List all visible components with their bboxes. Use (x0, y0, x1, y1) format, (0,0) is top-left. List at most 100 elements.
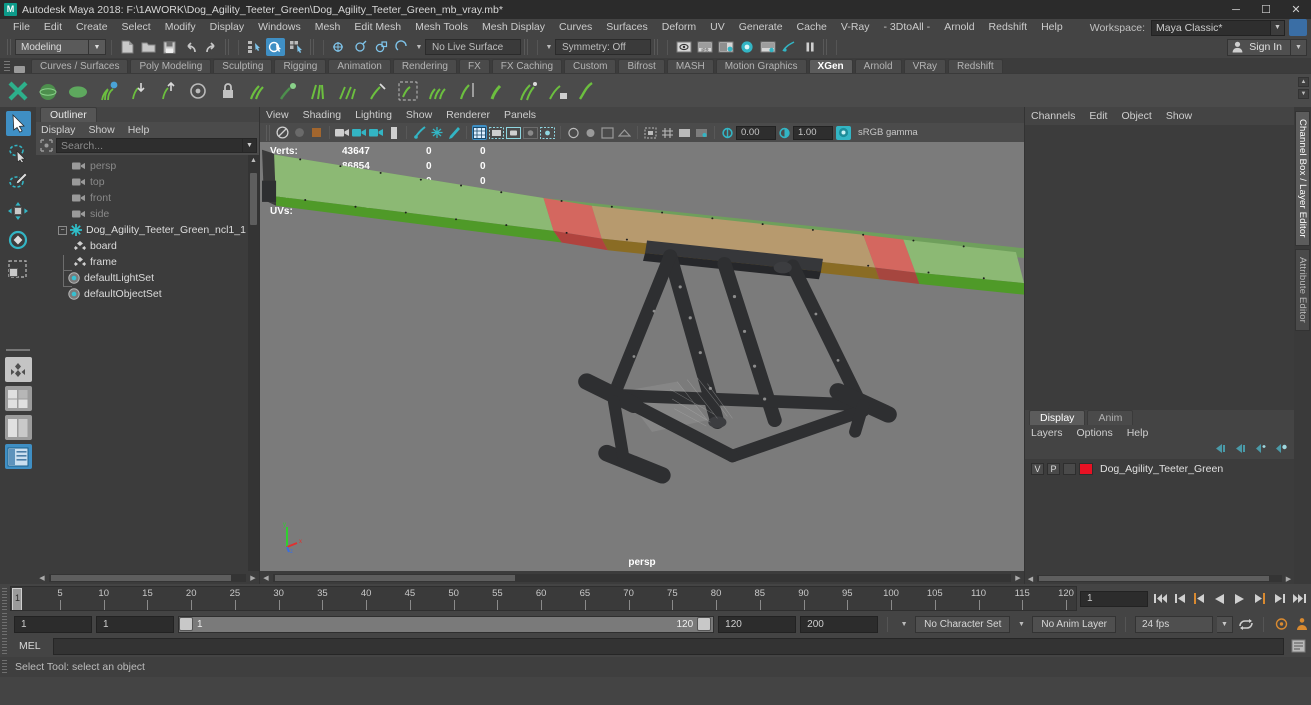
xgen-description-icon[interactable] (3, 76, 32, 106)
menu-mesh-display[interactable]: Mesh Display (475, 19, 552, 36)
play-forwards-button[interactable] (1231, 590, 1248, 607)
xgen-sculpt-icon[interactable] (273, 76, 302, 106)
shelf-tab-mash[interactable]: MASH (666, 59, 714, 73)
layer-horizontal-scrollbar[interactable]: ◀ ▶ (1025, 573, 1294, 584)
snap-to-curve-icon[interactable] (351, 38, 370, 56)
go-to-end-button[interactable] (1291, 590, 1308, 607)
shelf-tab-curves-surfaces[interactable]: Curves / Surfaces (31, 59, 129, 73)
xgen-cut-icon[interactable] (363, 76, 392, 106)
scroll-right-icon[interactable]: ▶ (1283, 575, 1294, 583)
chevron-down-icon[interactable]: ▼ (1217, 615, 1233, 633)
outliner-menu-show[interactable]: Show (88, 124, 114, 136)
hypershade-icon[interactable] (758, 38, 777, 56)
shelf-tab-xgen[interactable]: XGen (808, 59, 853, 73)
shelf-tab-custom[interactable]: Custom (564, 59, 617, 73)
xgen-grass-green-icon[interactable] (93, 76, 122, 106)
xgen-spline-icon[interactable] (573, 76, 602, 106)
multisample-aa-icon[interactable] (600, 125, 615, 140)
workspace-value[interactable]: Maya Classic* (1151, 19, 1271, 36)
xgen-noise-icon[interactable] (333, 76, 362, 106)
color-management-icon[interactable] (836, 125, 851, 140)
outliner-node-board[interactable]: board (36, 238, 259, 254)
bookmark-icon[interactable] (309, 125, 324, 140)
xgen-clump-icon[interactable] (303, 76, 332, 106)
menu-select[interactable]: Select (115, 19, 158, 36)
go-to-start-button[interactable] (1151, 590, 1168, 607)
scroll-left-icon[interactable]: ◀ (36, 574, 48, 582)
move-tool[interactable] (6, 198, 31, 223)
menu-generate[interactable]: Generate (732, 19, 790, 36)
xgen-guides-icon[interactable] (513, 76, 542, 106)
shelf-tab-redshift[interactable]: Redshift (948, 59, 1003, 73)
menu-3dtoall[interactable]: - 3DtoAll - (877, 19, 938, 36)
rotate-tool[interactable] (6, 227, 31, 252)
range-end-handle[interactable] (697, 617, 712, 631)
film-gate-icon[interactable] (386, 125, 401, 140)
snap-to-grid-icon[interactable] (330, 38, 349, 56)
symmetry-field[interactable]: Symmetry: Off (555, 39, 651, 55)
outliner-horizontal-scrollbar[interactable]: ◀ ▶ (36, 571, 259, 584)
next-key-button[interactable] (1251, 590, 1268, 607)
outliner-node-default-light-set[interactable]: defaultLightSet (36, 270, 259, 286)
xgen-density-icon[interactable] (423, 76, 452, 106)
menu-deform[interactable]: Deform (655, 19, 703, 36)
menu-curves[interactable]: Curves (552, 19, 599, 36)
new-layer-from-selection-icon[interactable] (1275, 443, 1288, 457)
menu-cache[interactable]: Cache (790, 19, 834, 36)
minimize-button[interactable]: ─ (1221, 0, 1251, 19)
layer-row[interactable]: V P Dog_Agility_Teeter_Green (1025, 461, 1294, 476)
outliner-menu-display[interactable]: Display (41, 124, 75, 136)
chevron-down-icon[interactable]: ▼ (243, 138, 257, 153)
scrollbar-thumb[interactable] (250, 173, 257, 225)
shelf-tab-rendering[interactable]: Rendering (392, 59, 457, 73)
menu-mesh[interactable]: Mesh (308, 19, 348, 36)
xgen-bake-icon[interactable] (543, 76, 572, 106)
wireframe-shading-icon[interactable] (472, 125, 487, 140)
outliner-menu-help[interactable]: Help (128, 124, 150, 136)
anim-layer-field[interactable]: No Anim Layer (1032, 615, 1116, 633)
chevron-down-icon[interactable]: ▼ (543, 39, 555, 55)
gamma-field[interactable]: 1.00 (793, 125, 833, 140)
shelf-tab-rigging[interactable]: Rigging (274, 59, 327, 73)
menu-edit-mesh[interactable]: Edit Mesh (347, 19, 408, 36)
new-scene-icon[interactable] (118, 38, 137, 56)
tab-outliner[interactable]: Outliner (40, 107, 97, 122)
outliner-vertical-scrollbar[interactable]: ▲ (248, 155, 259, 571)
menu-help[interactable]: Help (1034, 19, 1070, 36)
collapse-expander-icon[interactable]: − (58, 225, 67, 235)
vtab-attribute-editor[interactable]: Attribute Editor (1295, 248, 1310, 331)
time-slider-grip[interactable] (2, 587, 7, 610)
chevron-down-icon[interactable]: ▼ (1271, 19, 1285, 36)
select-by-object-icon[interactable] (266, 38, 285, 56)
shelf-tab-poly-modeling[interactable]: Poly Modeling (130, 59, 212, 73)
toolbar-grip[interactable] (823, 39, 828, 55)
viewport-menu-panels[interactable]: Panels (504, 109, 536, 121)
shelf-tab-vray[interactable]: VRay (903, 59, 947, 73)
anim-end-field[interactable]: 200 (800, 615, 879, 633)
move-layer-up-icon[interactable] (1215, 443, 1228, 457)
pause-render-icon[interactable] (800, 38, 819, 56)
menu-set-selector[interactable]: Modeling ▼ (15, 39, 106, 55)
range-start-handle[interactable] (179, 617, 193, 631)
texture-display-icon[interactable] (412, 125, 427, 140)
shelf-tab-fx[interactable]: FX (458, 59, 490, 73)
range-bar[interactable]: 1 120 (178, 615, 715, 633)
grid-display-icon[interactable] (369, 125, 384, 140)
tab-display-layers[interactable]: Display (1029, 410, 1086, 425)
playback-speed-field[interactable]: 24 fps (1135, 615, 1213, 633)
xgen-export-icon[interactable] (153, 76, 182, 106)
scroll-up-icon[interactable]: ▲ (248, 155, 259, 166)
camera-attributes-icon[interactable] (335, 125, 350, 140)
menu-redshift[interactable]: Redshift (982, 19, 1035, 36)
xgen-preview-icon[interactable] (183, 76, 212, 106)
menu-mesh-tools[interactable]: Mesh Tools (408, 19, 475, 36)
outliner-node-frame[interactable]: frame (36, 254, 259, 270)
loop-playback-icon[interactable] (1237, 616, 1254, 633)
render-settings-icon[interactable] (737, 38, 756, 56)
screen-space-ao-icon[interactable] (566, 125, 581, 140)
character-set-field[interactable]: No Character Set (915, 615, 1011, 633)
render-sequence-icon[interactable]: IPR (695, 38, 714, 56)
scroll-left-icon[interactable]: ◀ (1025, 575, 1036, 583)
time-slider-track[interactable]: 1 5 10 15 20 25 30 35 40 45 50 55 60 65 70 75 80 85 90 95 1… (10, 586, 1077, 611)
use-all-lights-icon[interactable] (523, 125, 538, 140)
